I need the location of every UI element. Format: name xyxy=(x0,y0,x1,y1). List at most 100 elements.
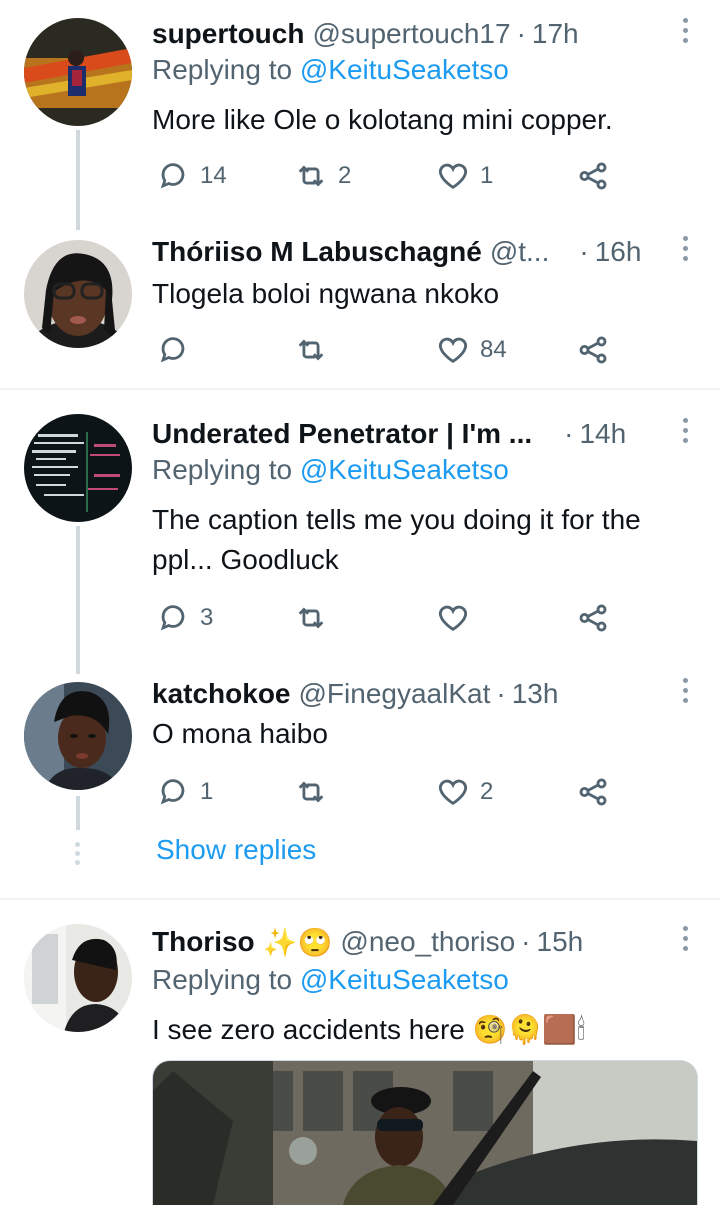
author-name[interactable]: katchokoe xyxy=(152,678,291,710)
retweet-icon xyxy=(298,607,324,629)
replying-to-label: Replying to xyxy=(152,964,293,995)
share-icon xyxy=(579,778,607,806)
avatar[interactable] xyxy=(24,18,132,126)
separator-dot: · xyxy=(496,678,506,709)
retweet-icon xyxy=(298,339,324,361)
author-handle[interactable]: @t... xyxy=(490,236,550,268)
avatar[interactable] xyxy=(24,682,132,790)
reply-icon xyxy=(160,163,185,189)
tweet-actions: 84 xyxy=(152,330,622,370)
timestamp[interactable]: 16h xyxy=(595,236,642,268)
replying-to: Replying to @KeituSeaketso xyxy=(152,54,509,86)
like-button[interactable]: 84 xyxy=(436,330,507,370)
replying-to-link[interactable]: @KeituSeaketso xyxy=(300,964,509,995)
tweet-text: O mona haibo xyxy=(152,718,328,749)
tweet-media[interactable] xyxy=(152,1060,698,1205)
share-button[interactable] xyxy=(576,772,610,812)
heart-icon xyxy=(438,779,468,806)
tweet-text: I see zero accidents here 🧐🫠🟫🕯 xyxy=(152,1014,586,1045)
reply-icon xyxy=(160,605,185,631)
avatar[interactable] xyxy=(24,924,132,1032)
replying-to: Replying to @KeituSeaketso xyxy=(152,454,509,486)
retweet-icon xyxy=(298,781,324,803)
avatar[interactable] xyxy=(24,240,132,348)
heart-icon xyxy=(438,163,468,190)
like-count: 84 xyxy=(480,336,507,363)
timestamp[interactable]: 13h xyxy=(512,678,559,710)
retweet-button[interactable] xyxy=(294,598,338,638)
reply-button[interactable]: 14 xyxy=(156,156,227,196)
share-button[interactable] xyxy=(576,598,610,638)
share-button[interactable] xyxy=(576,330,610,370)
avatar[interactable] xyxy=(24,414,132,522)
replying-to-label: Replying to xyxy=(152,454,293,485)
share-icon xyxy=(579,604,607,632)
share-button[interactable] xyxy=(576,156,610,196)
more-icon[interactable] xyxy=(680,18,690,48)
separator-dot: · xyxy=(516,18,526,49)
tweet-text: Tlogela boloi ngwana nkoko xyxy=(152,278,500,309)
share-icon xyxy=(579,336,607,364)
reply-icon xyxy=(160,779,185,805)
thread-dots xyxy=(75,842,81,865)
author-name[interactable]: Thóriiso M Labuschagné xyxy=(152,236,482,268)
replying-to-link[interactable]: @KeituSeaketso xyxy=(300,454,509,485)
tweet-actions: 14 2 1 xyxy=(152,156,622,196)
divider xyxy=(0,898,720,900)
tweet[interactable]: katchokoe @FinegyaalKat · 13h O mona hai… xyxy=(0,674,720,884)
timestamp[interactable]: 15h xyxy=(537,926,584,958)
replying-to-link[interactable]: @KeituSeaketso xyxy=(300,54,509,85)
author-handle[interactable]: @supertouch17 xyxy=(312,18,510,50)
author-handle[interactable]: @FinegyaalKat xyxy=(299,678,491,710)
tweet-header: Thóriiso M Labuschagné @t... · 16h xyxy=(152,232,641,272)
like-button[interactable] xyxy=(436,598,480,638)
reply-button[interactable]: 1 xyxy=(156,772,213,812)
like-count: 2 xyxy=(480,778,494,805)
thread-line xyxy=(76,526,80,674)
replying-to-label: Replying to xyxy=(152,54,293,85)
author-name[interactable]: Thoriso xyxy=(152,926,255,958)
retweet-button[interactable] xyxy=(294,330,338,370)
timestamp[interactable]: 17h xyxy=(532,18,579,50)
heart-icon xyxy=(438,605,468,632)
like-count: 1 xyxy=(480,162,494,189)
separator-dot: · xyxy=(521,926,531,957)
author-name[interactable]: supertouch xyxy=(152,18,304,50)
tweet[interactable]: Underated Penetrator | I'm ... · 14h Rep… xyxy=(0,414,720,674)
author-name[interactable]: Underated Penetrator | I'm ... xyxy=(152,418,532,450)
more-icon[interactable] xyxy=(680,236,690,266)
retweet-count: 2 xyxy=(338,162,352,189)
author-handle[interactable]: @neo_thoriso xyxy=(340,926,515,958)
more-icon[interactable] xyxy=(680,678,690,708)
reply-button[interactable]: 3 xyxy=(156,598,213,638)
like-button[interactable]: 2 xyxy=(436,772,493,812)
heart-icon xyxy=(438,337,468,364)
reply-count: 14 xyxy=(200,162,227,189)
show-replies-link[interactable]: Show replies xyxy=(156,834,316,866)
reply-count: 3 xyxy=(200,604,214,631)
reply-button[interactable] xyxy=(156,330,200,370)
retweet-icon xyxy=(298,165,324,187)
tweet-header: Underated Penetrator | I'm ... · 14h xyxy=(152,414,626,454)
retweet-button[interactable] xyxy=(294,772,338,812)
separator-dot: · xyxy=(579,236,589,267)
tweet-text: The caption tells me you doing it for th… xyxy=(152,504,641,575)
name-emoji: ✨🙄 xyxy=(262,926,333,958)
timestamp[interactable]: 14h xyxy=(579,418,626,450)
tweet-actions: 3 xyxy=(152,598,622,638)
tweet-actions: 1 2 xyxy=(152,772,622,812)
tweet-header: supertouch @supertouch17 · 17h xyxy=(152,14,579,54)
tweet-header: katchokoe @FinegyaalKat · 13h xyxy=(152,674,558,714)
reply-icon xyxy=(160,337,185,363)
more-icon[interactable] xyxy=(680,926,690,956)
reply-count: 1 xyxy=(200,778,214,805)
tweet[interactable]: supertouch @supertouch17 · 17h Replying … xyxy=(0,14,720,230)
tweet-header: Thoriso ✨🙄 @neo_thoriso · 15h xyxy=(152,922,583,962)
like-button[interactable]: 1 xyxy=(436,156,493,196)
replying-to: Replying to @KeituSeaketso xyxy=(152,964,509,996)
retweet-button[interactable]: 2 xyxy=(294,156,351,196)
tweet[interactable]: Thóriiso M Labuschagné @t... · 16h Tloge… xyxy=(0,232,720,382)
thread-line xyxy=(76,796,80,830)
tweet[interactable]: Thoriso ✨🙄 @neo_thoriso · 15h Replying t… xyxy=(0,922,720,1205)
more-icon[interactable] xyxy=(680,418,690,448)
